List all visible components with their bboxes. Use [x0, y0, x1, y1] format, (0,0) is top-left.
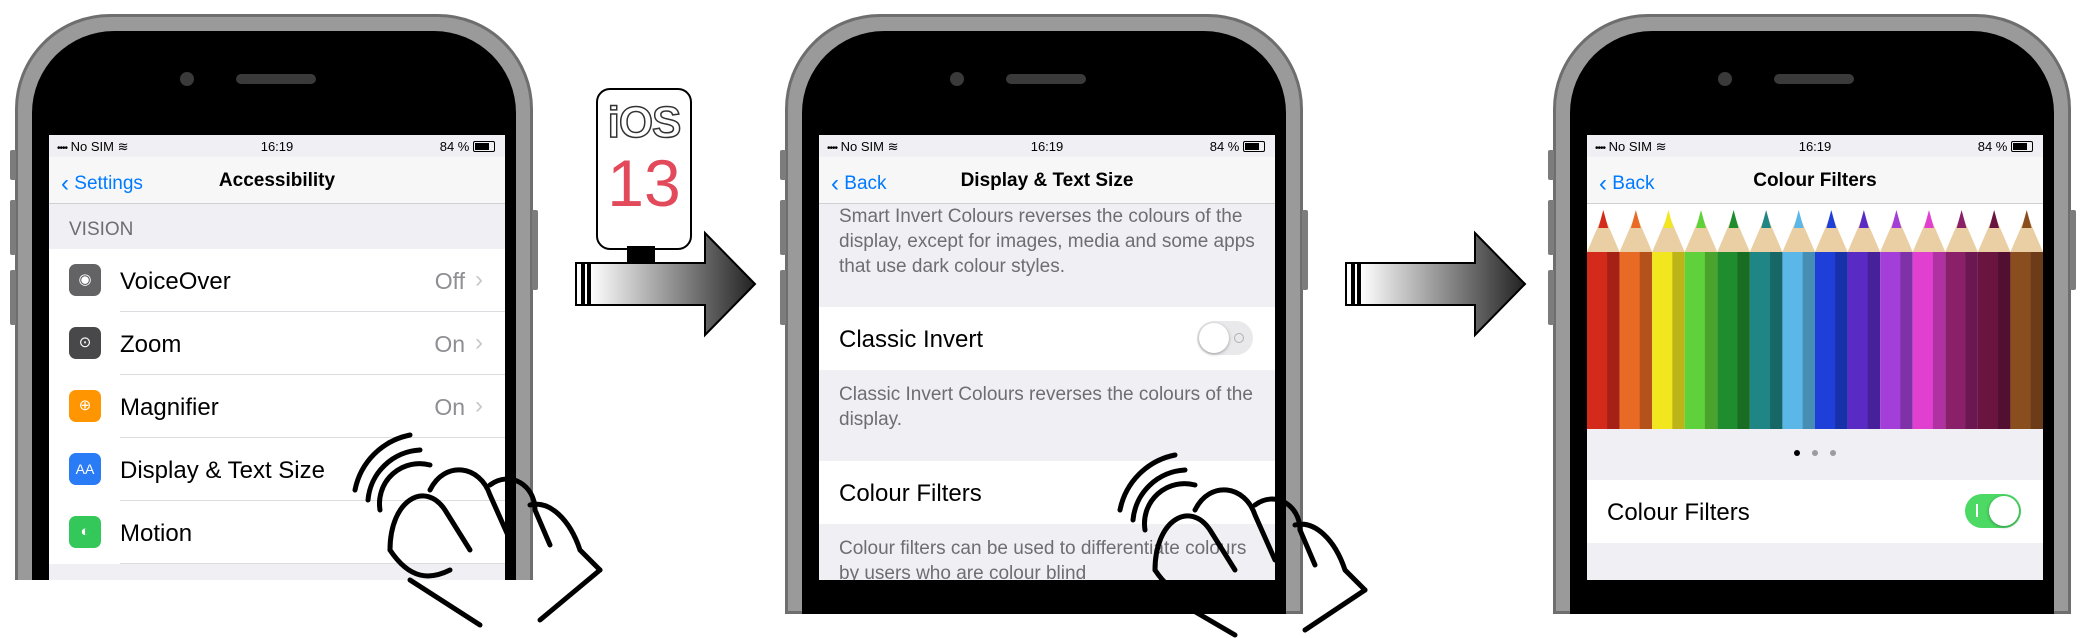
row-value: On: [434, 394, 465, 420]
zoom-icon: ⊙: [69, 327, 101, 359]
page-title: Display & Text Size: [960, 170, 1134, 191]
front-camera: [950, 72, 964, 86]
page-dot: [1812, 450, 1818, 456]
chevron-right-icon: ›: [475, 392, 483, 419]
nav-bar: ‹ Settings Accessibility: [49, 157, 505, 204]
front-camera: [180, 72, 194, 86]
page-dot: [1793, 450, 1800, 456]
battery-indicator: 84 %: [440, 139, 495, 154]
speaker: [1774, 74, 1854, 84]
row-label: Colour Filters: [839, 480, 982, 507]
row-label: Display & Text Size: [120, 457, 325, 484]
row-classic-invert: Classic Invert: [819, 307, 1275, 370]
tap-hand-icon: [1117, 452, 1368, 638]
toggle-knob: [1199, 323, 1229, 353]
volume-button: [1548, 270, 1554, 325]
tap-hand-icon: [352, 432, 603, 628]
power-button: [2070, 210, 2076, 290]
battery-icon: [2011, 141, 2033, 152]
power-button: [1302, 210, 1308, 290]
volume-button: [780, 150, 786, 180]
pencil: [1945, 210, 1978, 429]
row-zoom[interactable]: ⊙ Zoom On ›: [49, 312, 505, 375]
status-bar: •••• No SIM ≋ 16:19 84 %: [1587, 135, 2043, 157]
volume-button: [10, 270, 16, 325]
pencil: [1912, 210, 1946, 429]
page-dot: [1830, 450, 1837, 456]
pencil: [1652, 210, 1685, 429]
classic-invert-description: Classic Invert Colours reverses the colo…: [839, 384, 1253, 430]
pencil: [1684, 210, 1718, 429]
badge-ios-text: iOS: [607, 97, 682, 148]
row-voiceover[interactable]: ◉ VoiceOver Off ›: [49, 249, 505, 312]
badge-version-text: 13: [607, 146, 681, 220]
pencil: [1782, 210, 1815, 429]
toggle-off-indicator: [1234, 333, 1244, 343]
speaker: [236, 74, 316, 84]
pencil: [1587, 210, 1620, 429]
volume-button: [1548, 150, 1554, 180]
row-label: Classic Invert: [839, 326, 984, 353]
battery-icon: [473, 141, 495, 152]
page-indicator[interactable]: [1587, 443, 2043, 461]
speaker: [1006, 74, 1086, 84]
row-label: VoiceOver: [120, 268, 231, 295]
pencil: [1749, 210, 1783, 429]
section-header: VISION: [69, 219, 134, 240]
volume-button: [10, 200, 16, 255]
front-camera: [1718, 72, 1732, 86]
status-time: 16:19: [1798, 139, 1832, 154]
screen-colour-filters: •••• No SIM ≋ 16:19 84 % ‹ Back Colour F…: [1587, 135, 2043, 580]
ios-13-badge: iOS 13: [596, 88, 692, 250]
smart-invert-description: Smart Invert Colours reverses the colour…: [839, 206, 1255, 277]
battery-icon: [1243, 141, 1265, 152]
row-colour-filters: Colour Filters: [1587, 480, 2043, 543]
right-arrow-icon: [1345, 230, 1527, 338]
row-label: Colour Filters: [1607, 499, 1750, 526]
pencil: [1815, 210, 1848, 429]
volume-button: [10, 150, 16, 180]
power-button: [532, 210, 538, 290]
status-time: 16:19: [1030, 139, 1064, 154]
row-label: Zoom: [120, 331, 182, 358]
volume-button: [1548, 200, 1554, 255]
toggle-on-indicator: [1976, 504, 1978, 517]
nav-bar: ‹ Back Display & Text Size: [819, 157, 1275, 204]
volume-button: [780, 200, 786, 255]
pencils-preview-panel[interactable]: [1587, 204, 2043, 429]
chevron-right-icon: ›: [475, 329, 483, 356]
right-arrow-icon: [575, 230, 757, 338]
colour-filters-toggle[interactable]: [1965, 494, 2021, 528]
page-title: Colour Filters: [1753, 170, 1877, 191]
volume-button: [780, 270, 786, 325]
battery-indicator: 84 %: [1210, 139, 1265, 154]
status-time: 16:19: [260, 139, 294, 154]
battery-indicator: 84 %: [1978, 139, 2033, 154]
voiceover-icon: ◉: [69, 264, 101, 296]
chevron-right-icon: ›: [475, 266, 483, 293]
pencil: [1977, 210, 2011, 429]
pencil: [1847, 210, 1881, 429]
classic-invert-toggle[interactable]: [1197, 321, 1253, 355]
nav-bar: ‹ Back Colour Filters: [1587, 157, 2043, 204]
pencil: [1717, 210, 1750, 429]
row-value: Off: [434, 268, 465, 294]
status-bar: •••• No SIM ≋ 16:19 84 %: [49, 135, 505, 157]
page-title: Accessibility: [218, 170, 336, 191]
row-label: Motion: [120, 520, 193, 547]
magnifier-icon: ⊕: [69, 390, 101, 422]
pencil: [2010, 210, 2043, 429]
row-label: Magnifier: [120, 394, 219, 421]
toggle-knob: [1989, 496, 2019, 526]
pencil: [1880, 210, 1913, 429]
row-magnifier[interactable]: ⊕ Magnifier On ›: [49, 375, 505, 438]
text-size-icon: AA: [69, 453, 101, 485]
row-value: On: [434, 331, 465, 357]
colour-pencils-image: [1587, 210, 2043, 429]
status-bar: •••• No SIM ≋ 16:19 84 %: [819, 135, 1275, 157]
pencil: [1619, 210, 1653, 429]
motion-icon: ◐: [69, 516, 101, 548]
